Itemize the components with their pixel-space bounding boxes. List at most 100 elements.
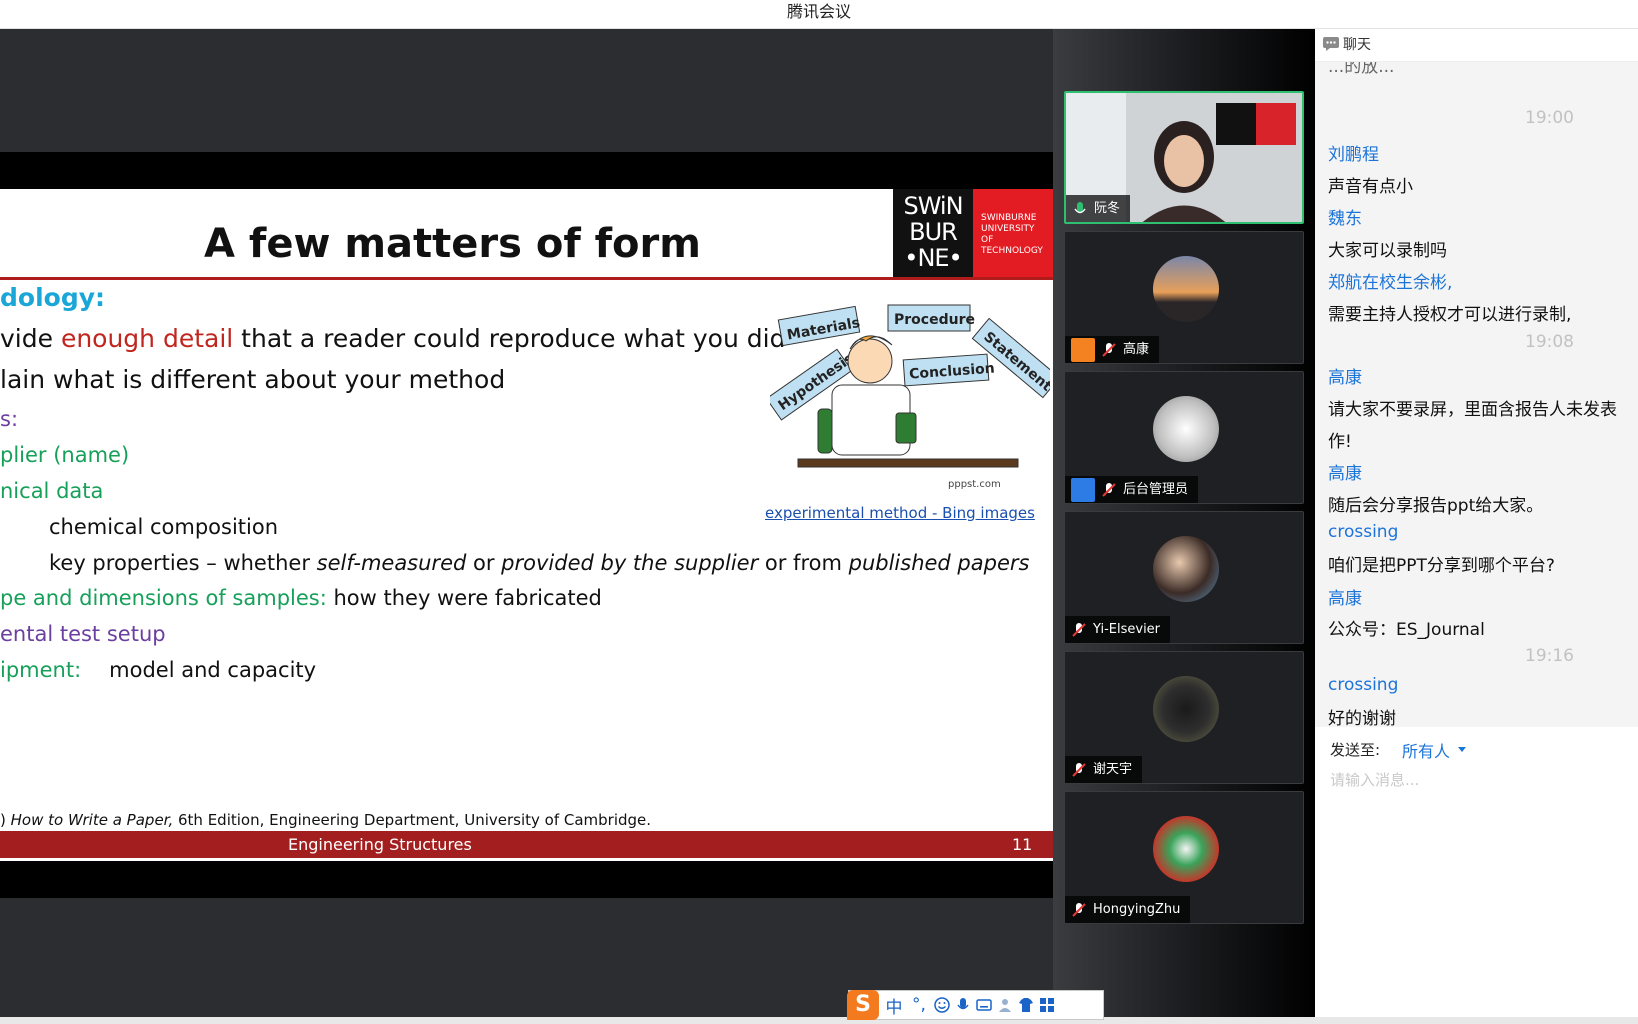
footnote-post: 6th Edition, Engineering Department, Uni… — [173, 811, 652, 829]
video-tile-admin[interactable]: 后台管理员 — [1064, 371, 1304, 504]
message-sender[interactable]: crossing — [1328, 522, 1398, 542]
slide-title: A few matters of form — [204, 221, 701, 267]
item-key-properties: key properties – whether self-measured o… — [49, 551, 1029, 575]
mic-muted-icon — [1102, 342, 1116, 357]
ime-language-toggle[interactable]: 中 — [884, 993, 904, 1018]
logo-line-3: •NE• — [904, 244, 962, 272]
mic-muted-icon — [1072, 902, 1086, 917]
item-technical-data: nical data — [0, 479, 104, 503]
message-text: 公众号：ES_Journal — [1328, 620, 1485, 640]
message-sender[interactable]: 高康 — [1328, 584, 1362, 609]
participant-name: Yi-Elsevier — [1093, 622, 1161, 637]
ime-toolbar[interactable]: S 中 °, — [847, 990, 1104, 1020]
slide-letterbox-top — [0, 152, 1053, 189]
footnote-pre: ) — [0, 811, 11, 829]
item-chemical-composition: chemical composition — [49, 515, 279, 539]
kp-b: self-measured — [316, 551, 467, 575]
participant-video-list[interactable]: 阮冬 高康 后台管理员 Yi-Elsevier 谢天宇 HongyingZhu — [1053, 29, 1315, 1024]
video-tile-hongyingzhu[interactable]: HongyingZhu — [1064, 791, 1304, 924]
name-chip: HongyingZhu — [1065, 896, 1191, 923]
chat-panel: 聊天 ...的放... 19:00 刘鹏程 声音有点小 魏东 大家可以录制吗 郑… — [1315, 29, 1638, 1024]
participant-name: 后台管理员 — [1123, 482, 1189, 497]
toolbox-grid-icon[interactable] — [1039, 997, 1055, 1013]
footer-journal: Engineering Structures — [288, 835, 472, 854]
message-sender[interactable]: 魏东 — [1328, 204, 1362, 229]
mic-muted-icon — [1102, 482, 1116, 497]
bullet-enough-detail: vide enough detail that a reader could r… — [0, 324, 785, 353]
participant-name: HongyingZhu — [1093, 902, 1181, 917]
title-divider — [0, 277, 1053, 280]
shared-screen: A few matters of form SWiN BUR •NE• SWIN… — [0, 29, 1053, 1024]
logo-red-line-1: SWINBURNE — [981, 213, 1037, 223]
name-chip: 后台管理员 — [1065, 476, 1199, 503]
message-text: 随后会分享报告ppt给大家。 — [1328, 496, 1544, 516]
chat-messages[interactable]: ...的放... 19:00 刘鹏程 声音有点小 魏东 大家可以录制吗 郑航在校… — [1315, 62, 1638, 727]
message-text: 好的谢谢 — [1328, 709, 1396, 727]
message-sender[interactable]: 郑航在校生余彬, — [1328, 268, 1452, 293]
equip-value: model and capacity — [109, 658, 317, 682]
send-to-dropdown[interactable]: 所有人 — [1402, 738, 1450, 762]
timestamp: 19:16 — [1525, 646, 1574, 666]
logo-line-2: BUR — [909, 218, 958, 246]
emoji-icon[interactable] — [934, 997, 950, 1013]
slide-number: 11 — [1012, 835, 1033, 854]
swinburne-logo-text: SWINBURNE UNIVERSITY OF TECHNOLOGY — [973, 189, 1053, 277]
participant-name: 高康 — [1123, 342, 1150, 357]
bullet-different-method: lain what is different about your method — [0, 365, 506, 394]
participant-name: 谢天宇 — [1093, 762, 1133, 777]
send-to-label: 发送至: — [1330, 741, 1381, 759]
bullet-1-post: that a reader could reproduce what you d… — [233, 324, 786, 353]
equip-label: ipment: — [0, 658, 82, 682]
chat-header: 聊天 — [1315, 29, 1638, 62]
video-tile-ruandong[interactable]: 阮冬 — [1064, 91, 1304, 224]
timestamp: 19:08 — [1525, 332, 1574, 352]
avatar — [1153, 256, 1219, 322]
item-shape-dimensions: pe and dimensions of samples: how they w… — [0, 586, 602, 610]
name-chip: Yi-Elsevier — [1065, 616, 1171, 643]
kp-a: key properties – whether — [49, 551, 317, 575]
chat-title: 聊天 — [1343, 37, 1371, 53]
section-heading: dology: — [0, 283, 106, 312]
participant-name: 阮冬 — [1094, 201, 1121, 216]
user-center-icon[interactable] — [997, 997, 1013, 1013]
skin-shirt-icon[interactable] — [1018, 997, 1034, 1013]
bing-images-link[interactable]: experimental method - Bing images — [765, 504, 1035, 522]
message-sender[interactable]: 刘鹏程 — [1328, 140, 1379, 165]
keyboard-icon[interactable] — [976, 997, 992, 1013]
kp-c: or — [466, 551, 502, 575]
message-text: 大家可以录制吗 — [1328, 241, 1447, 261]
chat-input[interactable]: 请输入消息... — [1330, 769, 1419, 790]
chat-composer: 发送至: 所有人 请输入消息... — [1315, 727, 1638, 1024]
user-icon — [1071, 477, 1095, 502]
name-chip: 谢天宇 — [1065, 756, 1143, 783]
video-tile-xietianyu[interactable]: 谢天宇 — [1064, 651, 1304, 784]
message-text: 咱们是把PPT分享到哪个平台? — [1328, 556, 1555, 576]
chevron-down-icon[interactable] — [1458, 747, 1466, 752]
meeting-window: 腾讯会议 A few matters of form SWiN BUR •NE•… — [0, 0, 1638, 1024]
bullet-1-pre: vide — [0, 324, 61, 353]
shape-label: pe and dimensions of samples: — [0, 586, 327, 610]
message-sender[interactable]: 高康 — [1328, 459, 1362, 484]
logo-red-line-2: UNIVERSITY OF — [981, 224, 1035, 245]
clipart-label-procedure: Procedure — [894, 312, 975, 328]
avatar — [1153, 536, 1219, 602]
avatar — [1153, 816, 1219, 882]
sub-heading-materials: s: — [0, 407, 19, 431]
video-tile-gaokang[interactable]: 高康 — [1064, 231, 1304, 364]
ime-punctuation-toggle[interactable]: °, — [909, 995, 929, 1015]
name-chip: 高康 — [1065, 336, 1160, 363]
message-sender[interactable]: crossing — [1328, 675, 1398, 695]
voice-input-icon[interactable] — [955, 997, 971, 1013]
swinburne-logo: SWiN BUR •NE• — [893, 189, 973, 277]
video-tile-yi-elsevier[interactable]: Yi-Elsevier — [1064, 511, 1304, 644]
message-text: 声音有点小 — [1328, 177, 1413, 197]
mic-on-icon — [1074, 201, 1086, 213]
message-sender[interactable]: 高康 — [1328, 363, 1362, 388]
logo-red-line-3: TECHNOLOGY — [981, 246, 1043, 256]
slide-letterbox-bottom — [0, 861, 1053, 898]
shape-value: how they were fabricated — [326, 586, 602, 610]
footnote-italic: How to Write a Paper, — [10, 811, 174, 829]
sogou-logo-icon[interactable]: S — [847, 990, 879, 1020]
message-text: 请大家不要录屏，里面含报告人未发表 — [1328, 400, 1617, 420]
presentation-slide: A few matters of form SWiN BUR •NE• SWIN… — [0, 189, 1053, 861]
